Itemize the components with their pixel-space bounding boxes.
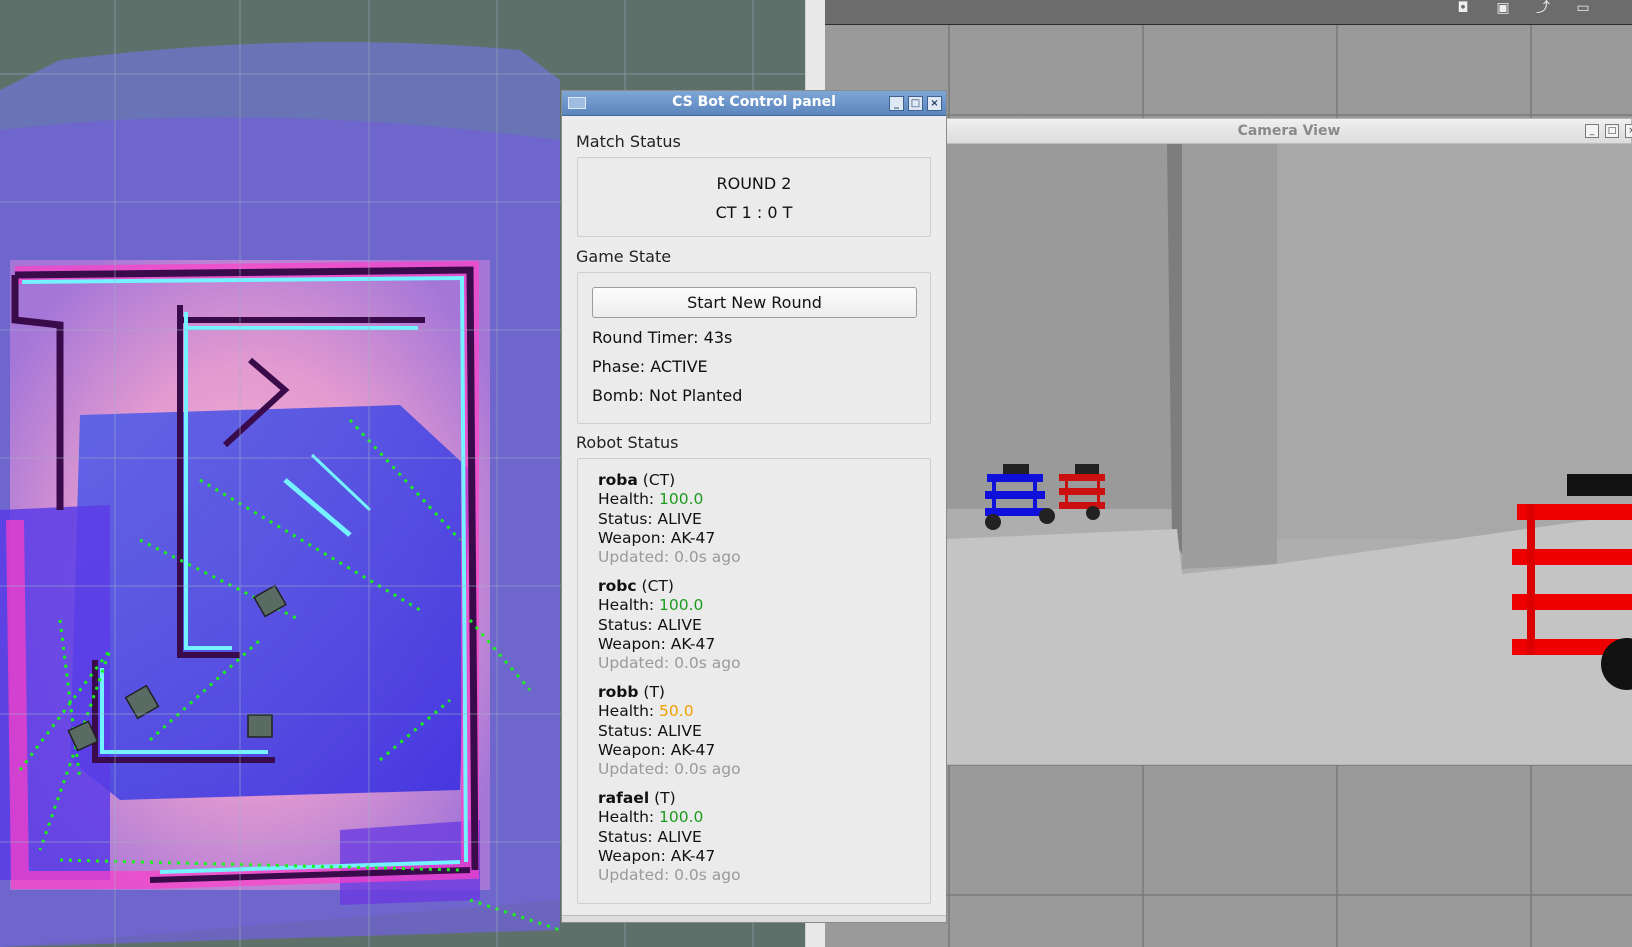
minimize-icon[interactable]: _ (1585, 124, 1599, 138)
robot-weapon: Weapon: AK-47 (598, 528, 716, 547)
robot-card: robc (CT) Health: 100.0 Status: ALIVE We… (598, 577, 741, 673)
panel-scrollbar[interactable] (562, 915, 946, 922)
robot-team: (T) (643, 683, 665, 701)
robot-updated: Updated: 0.0s ago (598, 866, 741, 885)
panel-titlebar[interactable]: CS Bot Control panel _ □ × (562, 91, 946, 116)
robot-card: robb (T) Health: 50.0 Status: ALIVE Weap… (598, 683, 741, 779)
round-text: ROUND 2 (716, 174, 792, 193)
robot-weapon: Weapon: AK-47 (598, 846, 716, 865)
health-value: 50.0 (659, 702, 694, 721)
health-value: 100.0 (659, 490, 704, 509)
camera-titlebar[interactable]: Camera View _ □ × (947, 119, 1632, 144)
robot-status: Status: ALIVE (598, 827, 702, 846)
camera-title: Camera View (1237, 123, 1341, 139)
robot-weapon: Weapon: AK-47 (598, 634, 716, 653)
score-text: CT 1 : 0 T (715, 203, 793, 222)
game-state-label: Game State (576, 247, 672, 266)
phase-text: Phase: ACTIVE (592, 357, 708, 376)
close-icon[interactable]: × (927, 96, 942, 111)
robot-name: robc (598, 577, 637, 595)
robot-status: Status: ALIVE (598, 721, 702, 740)
health-value: 100.0 (659, 808, 704, 827)
robot-team: (T) (654, 789, 676, 807)
match-status-group: ROUND 2 CT 1 : 0 T (577, 157, 931, 237)
game-state-group: Start New Round Round Timer: 43s Phase: … (577, 272, 931, 424)
robot-updated: Updated: 0.0s ago (598, 548, 741, 567)
camera-image (947, 144, 1632, 764)
robot-name: robb (598, 683, 639, 701)
close-icon[interactable]: × (1625, 124, 1632, 138)
start-new-round-button[interactable]: Start New Round (592, 287, 917, 318)
robot-status-group: roba (CT) Health: 100.0 Status: ALIVE We… (577, 458, 931, 904)
robot-weapon: Weapon: AK-47 (598, 740, 716, 759)
health-label: Health: (598, 702, 660, 721)
robot-team: (CT) (642, 471, 676, 489)
robot-team: (CT) (641, 577, 674, 595)
video-icon[interactable]: ▭ (1570, 0, 1596, 16)
simulator-toolbar: ◘ ▣ ⤴ ▭ (825, 0, 1632, 25)
maximize-icon[interactable]: □ (1605, 124, 1619, 138)
screenshot-icon[interactable]: ◘ (1450, 0, 1476, 16)
health-label: Health: (598, 490, 660, 509)
save-icon[interactable]: ▣ (1490, 0, 1516, 16)
robot-name: roba (598, 471, 638, 489)
robot-status: Status: ALIVE (598, 615, 702, 634)
robot-name: rafael (598, 789, 650, 807)
robot-status-label: Robot Status (576, 433, 679, 452)
robot-updated: Updated: 0.0s ago (598, 760, 741, 779)
plot-icon[interactable]: ⤴ (1530, 0, 1556, 16)
bomb-text: Bomb: Not Planted (592, 386, 743, 405)
robot-updated: Updated: 0.0s ago (598, 654, 741, 673)
robot-status: Status: ALIVE (598, 509, 702, 528)
minimize-icon[interactable]: _ (889, 96, 904, 111)
round-timer-text: Round Timer: 43s (592, 328, 733, 347)
maximize-icon[interactable]: □ (908, 96, 923, 111)
health-label: Health: (598, 596, 660, 615)
match-status-label: Match Status (576, 132, 681, 151)
robot-card: rafael (T) Health: 100.0 Status: ALIVE W… (598, 789, 741, 885)
health-value: 100.0 (659, 596, 704, 615)
control-panel-window[interactable]: CS Bot Control panel _ □ × Match Status … (561, 90, 947, 923)
camera-view-window[interactable]: Camera View _ □ × (946, 118, 1632, 765)
robot-card: roba (CT) Health: 100.0 Status: ALIVE We… (598, 471, 741, 567)
health-label: Health: (598, 808, 660, 827)
